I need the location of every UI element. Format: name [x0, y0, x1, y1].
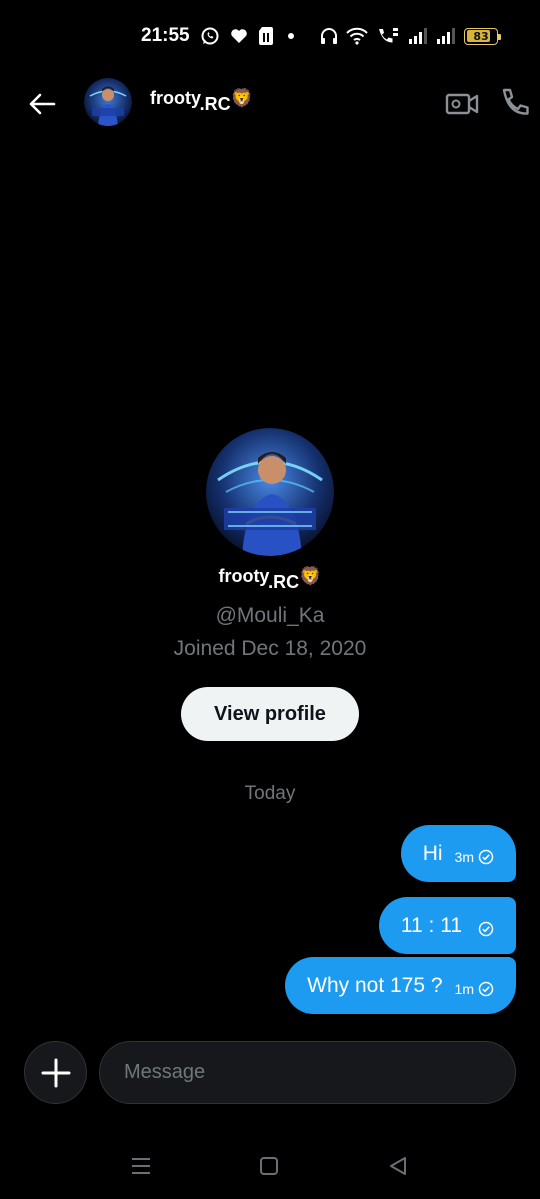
signal-icon — [409, 28, 427, 44]
status-right-icons: 83 — [320, 24, 501, 48]
message-time: 3m — [454, 848, 474, 865]
battery-nub — [498, 33, 501, 40]
system-nav-bar — [0, 1140, 540, 1199]
message-text: 11 : 11 — [400, 913, 462, 937]
message-meta: 3m — [455, 849, 494, 865]
home-button[interactable] — [257, 1154, 281, 1178]
system-back-button[interactable] — [386, 1154, 410, 1178]
volte-call-icon — [379, 28, 398, 43]
lion-emoji: 🦁 — [230, 88, 254, 108]
header-name-suffix: .RC — [199, 94, 231, 114]
headphones-icon — [321, 28, 337, 44]
read-check-icon — [478, 921, 494, 936]
conversation-header: frooty.RC🦁 — [0, 72, 540, 136]
profile-handle: @Mouli_Ka — [215, 604, 325, 627]
recents-button[interactable] — [129, 1154, 153, 1178]
signal-icon — [437, 28, 455, 44]
message-bubble[interactable]: 11 : 11 — [378, 897, 516, 954]
avatar[interactable] — [84, 78, 132, 126]
message-time: 1m — [454, 980, 474, 997]
status-bar: 21:55 83 — [0, 0, 540, 72]
phone-call-button[interactable] — [498, 86, 534, 122]
header-name[interactable]: frooty.RC🦁 — [150, 88, 254, 114]
profile-name-suffix: .RC — [268, 572, 300, 592]
heart-icon — [231, 29, 247, 43]
back-button[interactable] — [24, 86, 60, 122]
profile-name: frooty.RC🦁 — [0, 566, 540, 592]
day-divider: Today — [244, 783, 296, 804]
read-check-icon — [478, 981, 494, 996]
video-call-icon — [445, 93, 479, 115]
profile-avatar[interactable] — [206, 428, 334, 556]
phone-icon — [502, 88, 529, 115]
wifi-icon — [346, 27, 368, 45]
battery-level: 83 — [473, 29, 489, 43]
plus-icon — [41, 1058, 70, 1087]
lion-emoji: 🦁 — [299, 566, 322, 586]
add-attachment-button[interactable] — [24, 1041, 87, 1104]
message-text: Why not 175 ? — [307, 973, 443, 997]
back-triangle-icon — [390, 1157, 406, 1175]
avatar-image — [84, 78, 132, 126]
message-meta: 1m — [455, 981, 494, 997]
back-arrow-icon — [29, 93, 56, 115]
profile-joined-date: Joined Dec 18, 2020 — [173, 637, 367, 660]
profile-name-text: frooty — [218, 566, 269, 586]
message-meta — [474, 921, 494, 937]
view-profile-button[interactable]: View profile — [181, 687, 359, 741]
battery-icon: 83 — [464, 27, 501, 45]
status-time: 21:55 — [141, 25, 190, 46]
whatsapp-icon — [201, 27, 219, 45]
video-call-button[interactable] — [444, 88, 480, 120]
message-bubble[interactable]: Why not 175 ? 1m — [285, 957, 516, 1014]
dot-icon — [288, 33, 294, 39]
menu-icon — [132, 1158, 150, 1174]
status-left-icons — [200, 24, 298, 48]
home-square-icon — [260, 1157, 278, 1175]
message-text: Hi — [422, 841, 443, 865]
message-input[interactable] — [99, 1041, 516, 1104]
message-bubble[interactable]: Hi 3m — [400, 825, 516, 882]
sim-card-icon — [259, 27, 273, 45]
header-name-text: frooty — [150, 88, 200, 108]
profile-avatar-image — [206, 428, 334, 556]
read-check-icon — [478, 849, 494, 864]
